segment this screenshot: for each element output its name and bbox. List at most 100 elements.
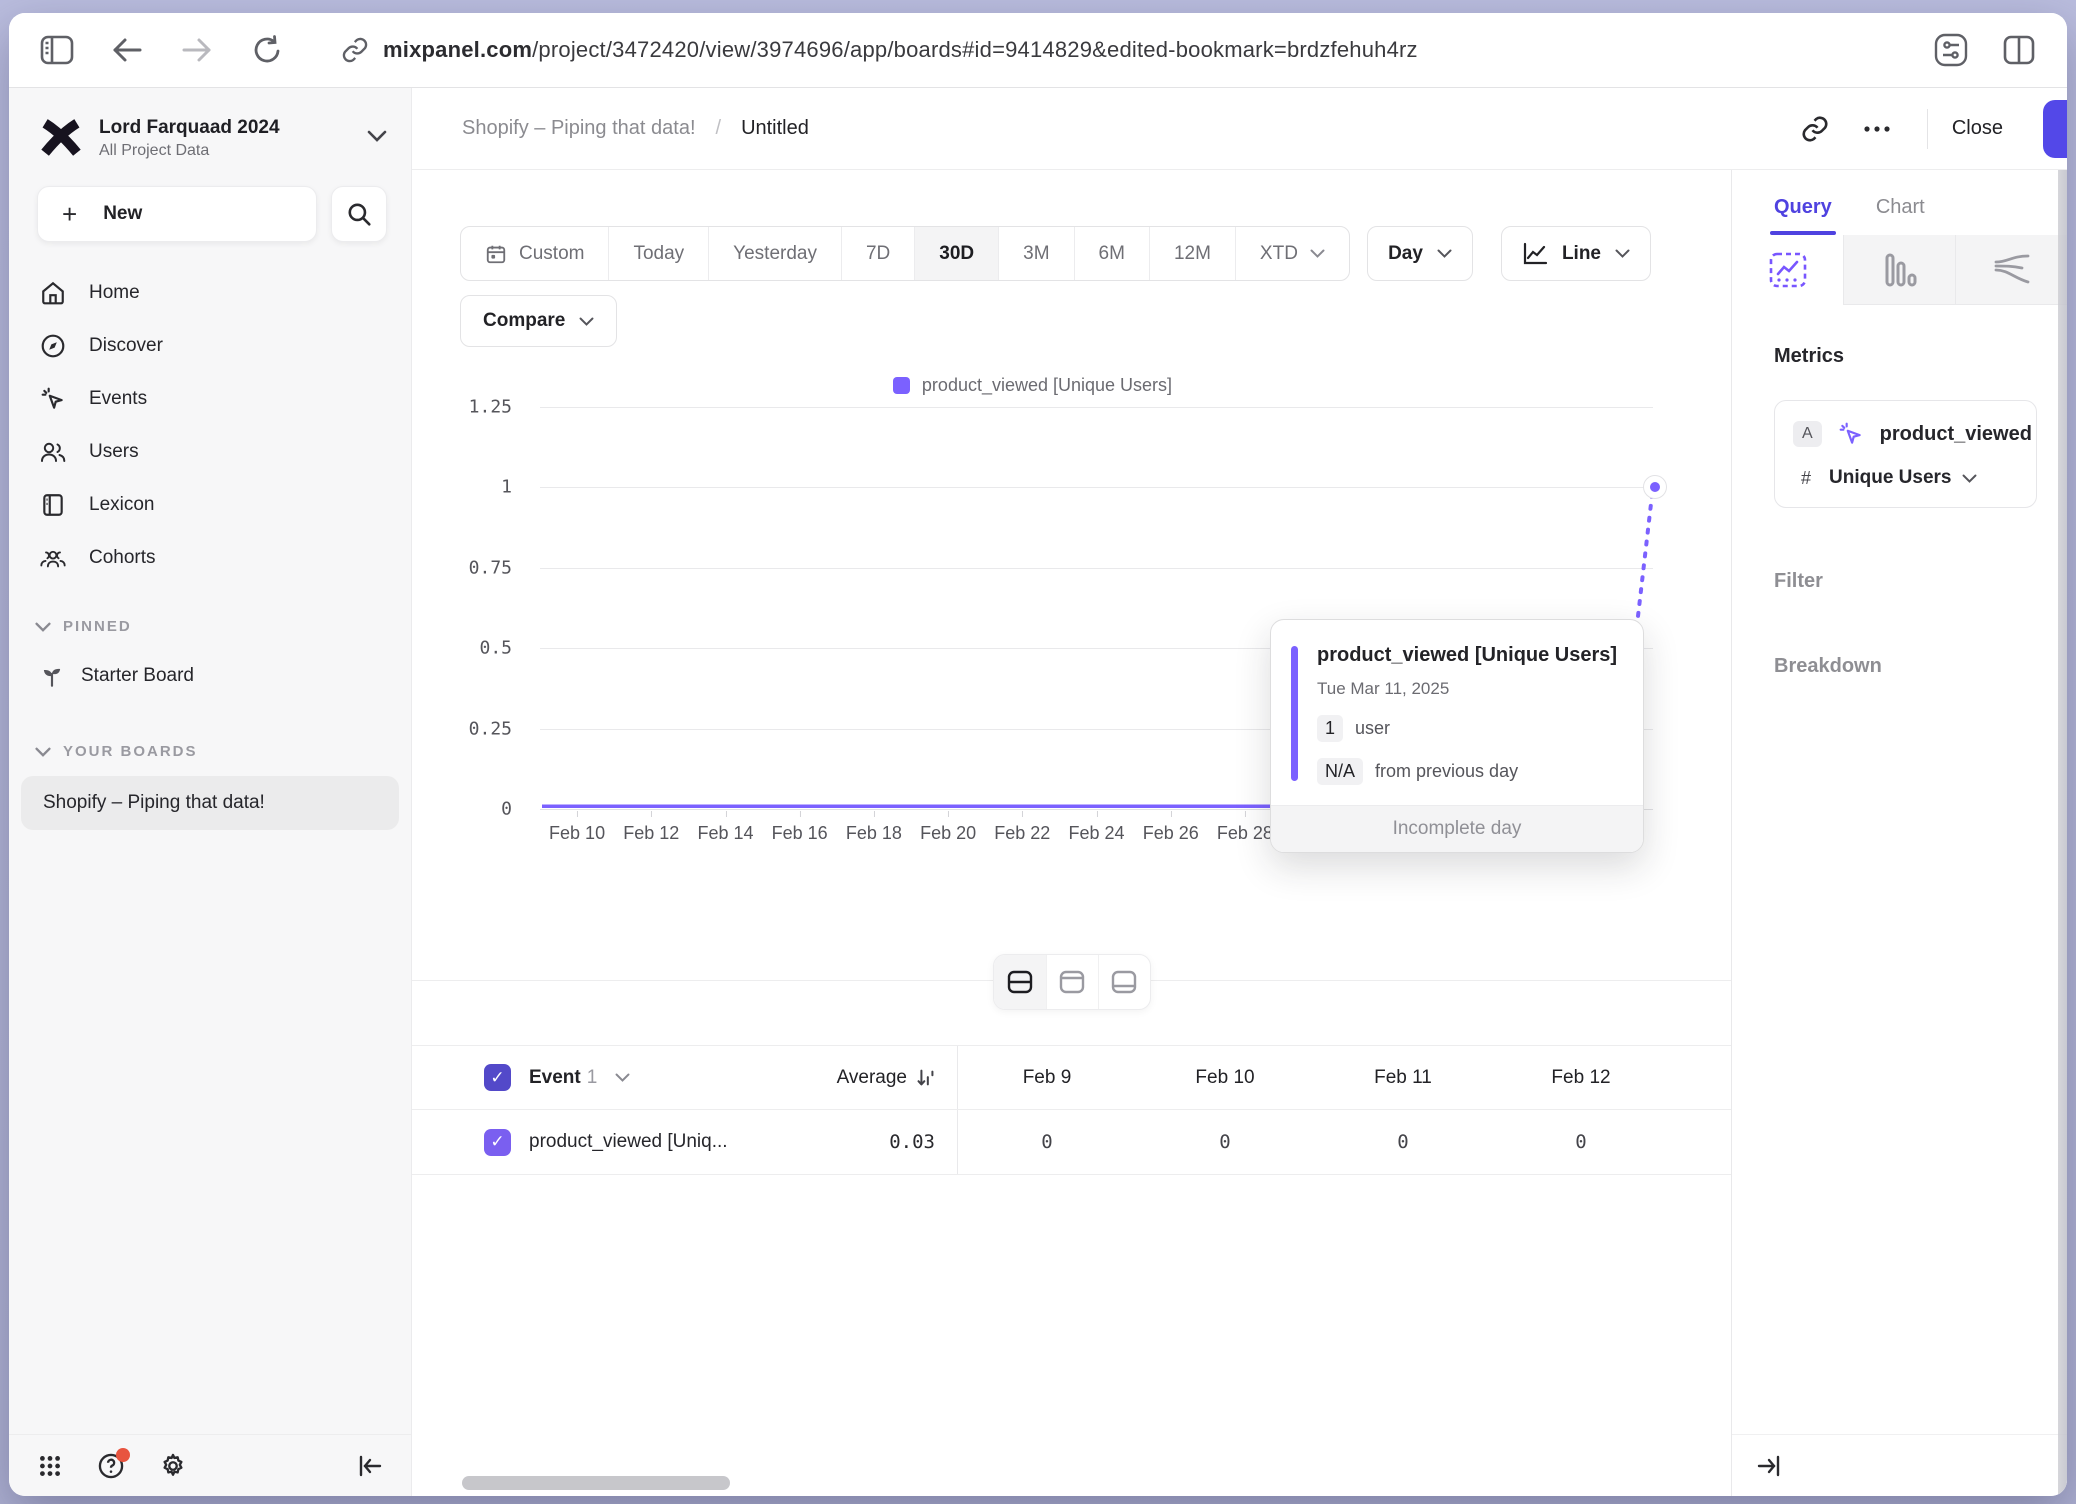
range-xtd[interactable]: XTD xyxy=(1235,227,1349,280)
metric-badge: A xyxy=(1793,421,1822,447)
y-tick: 0 xyxy=(501,799,512,820)
more-options-icon[interactable] xyxy=(1851,106,1903,152)
sidebar-item-label: Discover xyxy=(89,335,163,357)
tab-query[interactable]: Query xyxy=(1774,196,1832,235)
compass-icon xyxy=(39,333,67,359)
range-custom[interactable]: Custom xyxy=(461,227,608,280)
gear-icon[interactable] xyxy=(159,1452,187,1480)
chart-only-toggle[interactable] xyxy=(1046,955,1098,1009)
window-edge xyxy=(2058,170,2067,1496)
split-view-toggle[interactable] xyxy=(994,955,1046,1009)
pinned-section-header[interactable]: PINNED xyxy=(9,584,411,643)
range-30d[interactable]: 30D xyxy=(914,227,998,280)
chevron-down-icon[interactable] xyxy=(615,1073,630,1082)
insights-report-tab[interactable] xyxy=(1732,235,1843,305)
sidebar-item-users[interactable]: Users xyxy=(9,425,411,478)
close-button[interactable]: Close xyxy=(1952,117,2003,140)
date-range-control: Custom Today Yesterday 7D 30D 3M 6M 12M xyxy=(460,226,1350,281)
chevron-down-icon xyxy=(579,317,594,326)
data-table: ✓ Event1 Average Feb 9 Feb 10 xyxy=(412,1045,1731,1175)
breadcrumb-page[interactable]: Untitled xyxy=(741,117,809,140)
range-6m[interactable]: 6M xyxy=(1074,227,1149,280)
sidebar-item-label: Home xyxy=(89,282,140,304)
new-button[interactable]: + New xyxy=(37,186,317,242)
sidebar-item-events[interactable]: Events xyxy=(9,372,411,425)
project-name: Lord Farquaad 2024 xyxy=(99,117,351,139)
search-button[interactable] xyxy=(331,186,387,242)
tab-chart[interactable]: Chart xyxy=(1876,196,1925,235)
granularity-dropdown[interactable]: Day xyxy=(1367,226,1473,281)
help-icon[interactable] xyxy=(97,1452,125,1480)
search-icon xyxy=(346,201,372,227)
sidebar-item-shopify-board[interactable]: Shopify – Piping that data! xyxy=(21,776,399,830)
range-7d[interactable]: 7D xyxy=(841,227,914,280)
range-12m[interactable]: 12M xyxy=(1149,227,1235,280)
metrics-heading: Metrics xyxy=(1774,345,2037,368)
row-checkbox[interactable]: ✓ xyxy=(484,1129,511,1156)
chevron-down-icon xyxy=(1962,474,1977,483)
sidebar-item-starter-board[interactable]: Starter Board xyxy=(23,649,397,703)
metric-card[interactable]: A product_viewed # Unique Users xyxy=(1774,400,2037,508)
url-text: mixpanel.com/project/3472420/view/397469… xyxy=(383,37,1418,63)
project-switcher[interactable]: Lord Farquaad 2024 All Project Data xyxy=(9,88,411,182)
tooltip-delta: N/A xyxy=(1317,758,1363,785)
reload-icon[interactable] xyxy=(245,28,289,72)
table-row[interactable]: ✓ product_viewed [Uniq... 0.03 0 0 0 0 xyxy=(412,1110,1731,1175)
y-tick: 1 xyxy=(501,477,512,498)
view-toggle-group xyxy=(993,954,1151,1010)
sidebar-item-discover[interactable]: Discover xyxy=(9,319,411,372)
collapse-sidebar-icon[interactable] xyxy=(357,1454,383,1478)
chart-type-dropdown[interactable]: Line xyxy=(1501,226,1651,281)
table-only-toggle[interactable] xyxy=(1098,955,1150,1009)
address-bar[interactable]: mixpanel.com/project/3472420/view/397469… xyxy=(341,36,1909,64)
back-icon[interactable] xyxy=(105,28,149,72)
cell-value: 0 xyxy=(1492,1131,1670,1153)
column-header[interactable]: Feb 11 xyxy=(1314,1067,1492,1089)
breadcrumb-board[interactable]: Shopify – Piping that data! xyxy=(462,117,696,140)
breakdown-table-zone: ✓ Event1 Average Feb 9 Feb 10 xyxy=(412,980,1731,1496)
table-header-row: ✓ Event1 Average Feb 9 Feb 10 xyxy=(412,1045,1731,1110)
funnels-report-tab[interactable] xyxy=(1843,235,1955,305)
bar-chart-icon xyxy=(1883,251,1917,289)
metric-event-name[interactable]: product_viewed xyxy=(1880,423,2032,446)
your-boards-section-header[interactable]: YOUR BOARDS xyxy=(9,709,411,768)
book-icon xyxy=(39,492,67,518)
sort-icon[interactable] xyxy=(915,1067,937,1089)
column-header[interactable]: Feb 10 xyxy=(1136,1067,1314,1089)
column-header[interactable]: Feb 9 xyxy=(958,1067,1136,1089)
sidebar-item-cohorts[interactable]: Cohorts xyxy=(9,531,411,584)
select-all-checkbox[interactable]: ✓ xyxy=(484,1064,511,1091)
collapse-panel-icon[interactable] xyxy=(1756,1454,1782,1478)
filter-heading: Filter xyxy=(1774,570,2037,593)
y-tick: 1.25 xyxy=(469,397,512,418)
page-settings-icon[interactable] xyxy=(1929,28,1973,72)
forward-icon[interactable] xyxy=(175,28,219,72)
sidebar-item-home[interactable]: Home xyxy=(9,266,411,319)
flows-report-tab[interactable] xyxy=(1955,235,2067,305)
aggregation-prefix: # xyxy=(1801,468,1811,489)
horizontal-scrollbar[interactable] xyxy=(462,1476,730,1490)
breadcrumb: Shopify – Piping that data! / Untitled xyxy=(462,117,809,140)
desktop-background: mixpanel.com/project/3472420/view/397469… xyxy=(0,0,2076,1504)
cell-value: 0 xyxy=(958,1131,1136,1153)
x-tick: Feb 28 xyxy=(1217,823,1273,844)
range-yesterday[interactable]: Yesterday xyxy=(708,227,841,280)
calendar-icon xyxy=(485,243,507,265)
aggregation-dropdown[interactable]: Unique Users xyxy=(1829,467,1976,489)
apps-grid-icon[interactable] xyxy=(37,1453,63,1479)
plus-icon: + xyxy=(62,201,77,227)
range-3m[interactable]: 3M xyxy=(998,227,1073,280)
column-header[interactable]: Feb 12 xyxy=(1492,1067,1670,1089)
save-button-partial[interactable] xyxy=(2043,100,2067,158)
series-name: product_viewed [Uniq... xyxy=(529,1131,728,1153)
sidebar-item-lexicon[interactable]: Lexicon xyxy=(9,478,411,531)
chevron-down-icon xyxy=(35,622,51,632)
data-point-marker[interactable] xyxy=(1644,476,1666,498)
copy-link-icon[interactable] xyxy=(1789,106,1841,152)
browser-sidebar-toggle-icon[interactable] xyxy=(35,28,79,72)
range-today[interactable]: Today xyxy=(608,227,708,280)
split-view-icon[interactable] xyxy=(1997,28,2041,72)
compare-dropdown[interactable]: Compare xyxy=(460,295,617,347)
legend-swatch xyxy=(893,377,910,394)
sidebar-footer xyxy=(9,1434,411,1496)
